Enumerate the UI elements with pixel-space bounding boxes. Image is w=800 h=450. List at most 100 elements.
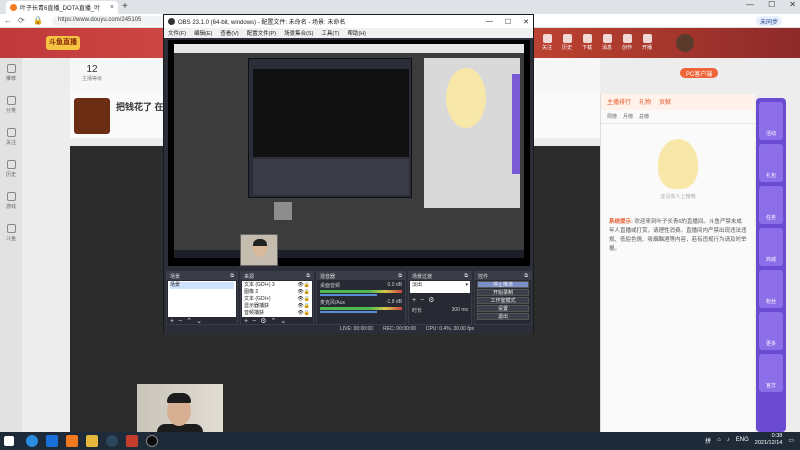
obs-close-button[interactable]: ✕ (523, 18, 529, 26)
notification-icon[interactable]: ▭ (788, 437, 794, 444)
mixer-channel: 麦克风/Aux -1.8 dB (320, 299, 402, 313)
subtab-month[interactable]: 月榜 (623, 113, 633, 120)
douyu-logo[interactable]: 斗鱼直播 (46, 36, 80, 50)
live-timer: LIVE: 00:00:00 (340, 326, 374, 332)
store-icon[interactable] (46, 435, 58, 447)
empty-rank-text: 还没有人上榜哦 (660, 193, 696, 200)
cpu-fps: CPU: 0.4%, 30.00 fps (425, 326, 474, 332)
menu-profile[interactable]: 配置文件(P) (247, 29, 276, 37)
transitions-dock-title: 场景过渡 (412, 274, 433, 280)
menu-file[interactable]: 文件(F) (168, 29, 186, 37)
menu-scene-collection[interactable]: 场景集合(S) (284, 29, 313, 37)
dock-float-icon[interactable]: ⧉ (464, 273, 468, 279)
url-field[interactable]: https://www.douyu.com/245105 (52, 16, 164, 26)
source-item[interactable]: 文本 (GDI+) 3 👁🔒 (244, 282, 310, 289)
source-item[interactable]: 文本 (GDI+) 👁🔒 (244, 296, 310, 303)
captured-obs-preview (253, 69, 409, 157)
obs-minimize-button[interactable]: — (486, 18, 493, 26)
obs-preview[interactable] (168, 40, 530, 266)
tab-contrib[interactable]: 贡献 (659, 97, 671, 107)
volume-slider[interactable] (320, 294, 378, 296)
nav-message-icon[interactable]: 消息 (600, 34, 614, 52)
obs-maximize-button[interactable]: ☐ (505, 18, 511, 26)
subtab-week[interactable]: 周榜 (607, 113, 617, 120)
promo-item[interactable]: 官方 (759, 354, 783, 392)
menu-view[interactable]: 查看(V) (220, 29, 238, 37)
tab-gift[interactable]: 礼物 (639, 97, 651, 107)
browser-tab[interactable]: 叶子长青6直播_DOTA直播_叶 × (6, 1, 118, 14)
source-item[interactable]: 音频捕获 👁🔒 (244, 310, 310, 317)
anchor-avatar[interactable] (74, 98, 110, 134)
pc-client-button[interactable]: PC客户端 (680, 68, 719, 78)
sidebar-item-category[interactable]: 分类 (0, 90, 22, 122)
reload-icon[interactable]: ⟳ (18, 16, 25, 25)
promo-item[interactable]: 商城 (759, 228, 783, 266)
nav-create-icon[interactable]: 创作 (620, 34, 634, 52)
start-recording-button[interactable]: 开始录制 (477, 289, 529, 296)
nav-broadcast-icon[interactable]: 开播 (640, 34, 654, 52)
language-indicator[interactable]: ENG (736, 437, 749, 443)
obs-window: OBS 23.1.0 (64-bit, windows) - 配置文件: 未命名… (163, 14, 534, 334)
file-explorer-icon[interactable] (86, 435, 98, 447)
sidebar-item-recommend[interactable]: 推荐 (0, 58, 22, 90)
promo-item[interactable]: 粉丝 (759, 270, 783, 308)
captured-obs-docks (253, 159, 409, 195)
dock-float-icon[interactable]: ⧉ (230, 273, 234, 279)
sidebar-item-douyu[interactable]: 斗鱼 (0, 218, 22, 250)
volume-icon[interactable]: ♪ (727, 437, 730, 443)
menu-help[interactable]: 帮助(H) (347, 29, 366, 37)
transition-gear-icon[interactable]: ⚙ (428, 297, 434, 305)
dock-float-icon[interactable]: ⧉ (306, 273, 310, 279)
studio-mode-button[interactable]: 工作室模式 (477, 297, 529, 304)
transition-select[interactable]: 淡出 ▾ (412, 282, 468, 289)
douyu-app-icon[interactable] (66, 435, 78, 447)
nav-download-icon[interactable]: 下载 (580, 34, 594, 52)
dock-float-icon[interactable]: ⧉ (398, 273, 402, 279)
sidebar-item-game[interactable]: 游戏 (0, 186, 22, 218)
game-app-icon[interactable] (126, 435, 138, 447)
menu-edit[interactable]: 编辑(E) (194, 29, 212, 37)
clock[interactable]: 0:38 2021/12/14 (755, 433, 783, 447)
user-avatar[interactable] (676, 34, 694, 52)
close-button[interactable]: ✕ (789, 0, 796, 9)
tab-rank[interactable]: 主播排行 (607, 97, 631, 107)
scene-item[interactable]: 场景 (170, 282, 234, 289)
sidebar-item-follow[interactable]: 关注 (0, 122, 22, 154)
tab-close-icon[interactable]: × (110, 4, 114, 11)
source-item[interactable]: 图像 2 👁🔒 (244, 289, 310, 296)
profile-button[interactable]: 未同步 (755, 16, 782, 26)
maximize-button[interactable]: ☐ (768, 0, 775, 9)
chevron-down-icon: ▾ (465, 282, 468, 288)
duration-value[interactable]: 300 ms (452, 307, 468, 314)
subtab-total[interactable]: 总榜 (639, 113, 649, 120)
sidebar-item-history[interactable]: 历史 (0, 154, 22, 186)
exit-button[interactable]: 退出 (477, 313, 529, 320)
nav-history-icon[interactable]: 历史 (560, 34, 574, 52)
promo-item[interactable]: 礼包 (759, 144, 783, 182)
promo-item[interactable]: 活动 (759, 102, 783, 140)
settings-button[interactable]: 设置 (477, 305, 529, 312)
obs-taskbar-icon[interactable] (146, 435, 158, 447)
back-arrow-icon[interactable]: ← (4, 16, 12, 25)
minimize-button[interactable]: — (746, 0, 754, 9)
eye-lock-icon: 👁🔒 (297, 303, 310, 309)
volume-slider[interactable] (320, 311, 378, 313)
steam-icon[interactable] (106, 435, 118, 447)
ime-indicator[interactable]: 拼 (705, 436, 711, 445)
stop-streaming-button[interactable]: 停止推流 (477, 281, 529, 288)
start-windows-icon[interactable] (4, 436, 14, 446)
lock-icon: 🔒 (33, 16, 43, 25)
source-item[interactable]: 显示器捕获 👁🔒 (244, 303, 310, 310)
new-tab-button[interactable]: + (122, 1, 128, 12)
nav-follow-icon[interactable]: 关注 (540, 34, 554, 52)
remove-transition-button[interactable]: − (420, 297, 424, 305)
edge-browser-icon[interactable] (26, 435, 38, 447)
scenes-dock-title: 场景 (170, 274, 181, 280)
add-transition-button[interactable]: + (412, 297, 416, 305)
menu-tools[interactable]: 工具(T) (321, 29, 339, 37)
promo-item[interactable]: 更多 (759, 312, 783, 350)
promo-item[interactable]: 任务 (759, 186, 783, 224)
network-icon[interactable]: ⌂ (717, 437, 721, 443)
dock-float-icon[interactable]: ⧉ (524, 273, 528, 279)
channel-name: 麦克风/Aux (320, 300, 346, 306)
